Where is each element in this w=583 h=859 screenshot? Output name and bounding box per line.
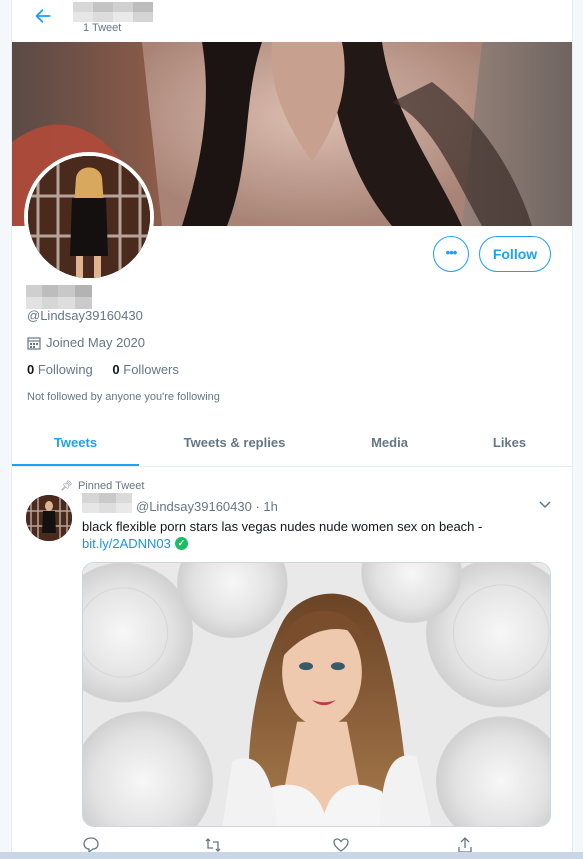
following-count: 0 [27,362,35,377]
not-followed-note: Not followed by anyone you're following [27,391,220,403]
profile-header: 1 Tweet [12,0,572,42]
followers-count: 0 [112,362,120,377]
profile-name-redacted [26,285,92,309]
profile-page: 1 Tweet ••• Follow @Lindsay39160430 Join… [12,0,572,859]
pinned-label: 📌︎ Pinned Tweet [60,480,144,492]
tweet-count: 1 Tweet [83,22,122,34]
tweet-avatar[interactable] [26,495,72,541]
tweet-meta[interactable]: @Lindsay39160430 · 1h [136,499,278,514]
follow-button[interactable]: Follow [479,236,551,272]
followers-label: Followers [123,362,179,377]
pinned-text: Pinned Tweet [78,480,145,492]
calendar-icon [27,336,41,350]
verified-check-icon: ✓ [174,537,188,550]
tab-media[interactable]: Media [332,422,447,467]
profile-handle: @Lindsay39160430 [27,308,143,323]
tweet-link[interactable]: bit.ly/2ADNN03 [82,536,171,551]
left-gutter [0,0,12,859]
pin-icon: 📌︎ [60,480,73,492]
follow-counts: 0 Following 0 Followers [27,362,195,377]
tweet-text: black flexible porn stars las vegas nude… [82,519,483,534]
tweet-link-row: bit.ly/2ADNN03 ✓ [82,536,188,551]
joined-label: Joined May 2020 [46,335,146,350]
profile-tabs: Tweets Tweets & replies Media Likes [12,422,572,467]
right-gutter [572,0,583,859]
arrow-left-icon[interactable] [32,5,54,27]
tweet-media-image[interactable] [82,562,551,827]
tab-likes[interactable]: Likes [462,422,557,467]
tab-tweets-replies[interactable]: Tweets & replies [152,422,317,467]
window-bottom-edge [0,852,583,859]
following-label: Following [37,362,93,377]
active-tab-indicator [12,464,139,466]
joined-date: Joined May 2020 [27,335,145,350]
tab-tweets[interactable]: Tweets [12,422,139,467]
more-icon: ••• [445,245,458,260]
display-name-redacted [73,2,153,22]
followers-link[interactable]: 0 Followers [112,362,178,377]
chevron-down-icon[interactable] [538,497,552,511]
following-link[interactable]: 0 Following [27,362,96,377]
more-button[interactable]: ••• [433,236,469,272]
tweet-author-redacted [82,493,132,513]
profile-avatar[interactable] [24,152,154,282]
